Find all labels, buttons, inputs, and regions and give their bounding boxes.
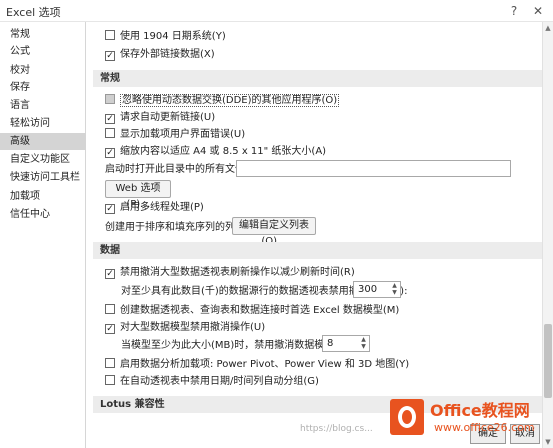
checkbox[interactable] (105, 358, 115, 368)
checkbox[interactable] (105, 128, 115, 138)
help-icon[interactable]: ? (505, 2, 523, 20)
model-size-value: 8 (327, 338, 334, 349)
watermark-brand: Office教程网 (430, 401, 530, 420)
sidebar-item-advanced[interactable]: 高级 (0, 133, 86, 150)
option-disable-undo-data-model[interactable]: ✓ 对大型数据模型禁用撤消操作(U) (105, 320, 265, 335)
option-ignore-dde[interactable]: 忽略使用动态数据交换(DDE)的其他应用程序(O) (105, 93, 340, 108)
sidebar-item-general[interactable]: 常规 (0, 26, 86, 43)
sidebar-item-language[interactable]: 语言 (0, 97, 86, 114)
sidebar-item-quick-access-toolbar[interactable]: 快速访问工具栏 (0, 169, 86, 186)
title-bar: Excel 选项 ? ✕ (0, 0, 553, 22)
option-scale-a4[interactable]: ✓ 缩放内容以适应 A4 或 8.5 x 11" 纸张大小(A) (105, 144, 326, 159)
checkbox[interactable]: ✓ (105, 114, 115, 124)
option-ask-update-links[interactable]: ✓ 请求自动更新链接(U) (105, 110, 215, 125)
option-show-addin-errors[interactable]: 显示加载项用户界面错误(U) (105, 127, 245, 142)
checkbox[interactable] (105, 304, 115, 314)
checkbox[interactable] (105, 375, 115, 385)
checkbox[interactable] (105, 30, 115, 40)
advanced-options-panel: 使用 1904 日期系统(Y) ✓ 保存外部链接数据(X) 常规 忽略使用动态数据… (87, 22, 553, 448)
pivot-rows-stepper[interactable]: 300 ▲ ▼ (353, 281, 401, 298)
section-header-general: 常规 (93, 70, 543, 87)
model-size-stepper[interactable]: 8 ▲ ▼ (322, 335, 370, 352)
checkbox[interactable]: ✓ (105, 148, 115, 158)
office-watermark: Office教程网 www.office26.com (376, 395, 546, 443)
startup-folder-input[interactable] (236, 160, 511, 177)
checkbox[interactable]: ✓ (105, 324, 115, 334)
option-prefer-data-model[interactable]: 创建数据透视表、查询表和数据连接时首选 Excel 数据模型(M) (105, 303, 399, 318)
scroll-up-icon[interactable]: ▲ (543, 22, 553, 34)
sidebar-item-formulas[interactable]: 公式 (0, 43, 86, 60)
sidebar-item-accessibility[interactable]: 轻松访问 (0, 115, 86, 132)
options-sidebar: 常规 公式 校对 保存 语言 轻松访问 高级 自定义功能区 快速访问工具栏 加载… (0, 22, 86, 448)
option-save-external-link-data[interactable]: ✓ 保存外部链接数据(X) (105, 47, 215, 62)
sidebar-item-addins[interactable]: 加载项 (0, 188, 86, 205)
sidebar-item-customize-ribbon[interactable]: 自定义功能区 (0, 151, 86, 168)
scroll-thumb[interactable] (544, 324, 552, 398)
office-logo-ring (398, 406, 416, 428)
option-enable-analysis-addins[interactable]: 启用数据分析加载项: Power Pivot、Power View 和 3D 地… (105, 357, 409, 372)
checkbox[interactable] (105, 94, 115, 104)
custom-list-label: 创建用于排序和填充序列的列表: (105, 222, 249, 233)
edit-custom-lists-button[interactable]: 编辑自定义列表(O)... (232, 217, 316, 247)
spin-arrows-icon[interactable]: ▲ ▼ (390, 282, 399, 297)
option-multithreaded-processing[interactable]: ✓ 启用多线程处理(P) (105, 200, 204, 215)
close-icon[interactable]: ✕ (529, 2, 547, 20)
spin-arrows-icon[interactable]: ▲ ▼ (359, 336, 368, 351)
office-logo-icon (390, 399, 424, 435)
checkbox[interactable]: ✓ (105, 269, 115, 279)
web-options-button[interactable]: Web 选项(P)... (105, 180, 171, 210)
section-header-data: 数据 (93, 242, 543, 259)
blog-watermark: https://blog.cs... (300, 424, 373, 434)
sidebar-item-proofing[interactable]: 校对 (0, 62, 86, 79)
content-scrollbar[interactable]: ▲ ▼ (542, 22, 553, 448)
window-title: Excel 选项 (6, 6, 61, 19)
option-disable-undo-pivot-refresh[interactable]: ✓ 禁用撤消大型数据透视表刷新操作以减少刷新时间(R) (105, 265, 355, 280)
watermark-url: www.office26.com (434, 421, 535, 434)
pivot-rows-value: 300 (358, 284, 378, 295)
sidebar-item-trust-center[interactable]: 信任中心 (0, 206, 86, 223)
option-disable-date-grouping[interactable]: 在自动透视表中禁用日期/时间列自动分组(G) (105, 374, 319, 389)
checkbox[interactable]: ✓ (105, 204, 115, 214)
sidebar-item-save[interactable]: 保存 (0, 79, 86, 96)
option-1904-date-system[interactable]: 使用 1904 日期系统(Y) (105, 29, 226, 44)
checkbox[interactable]: ✓ (105, 51, 115, 61)
